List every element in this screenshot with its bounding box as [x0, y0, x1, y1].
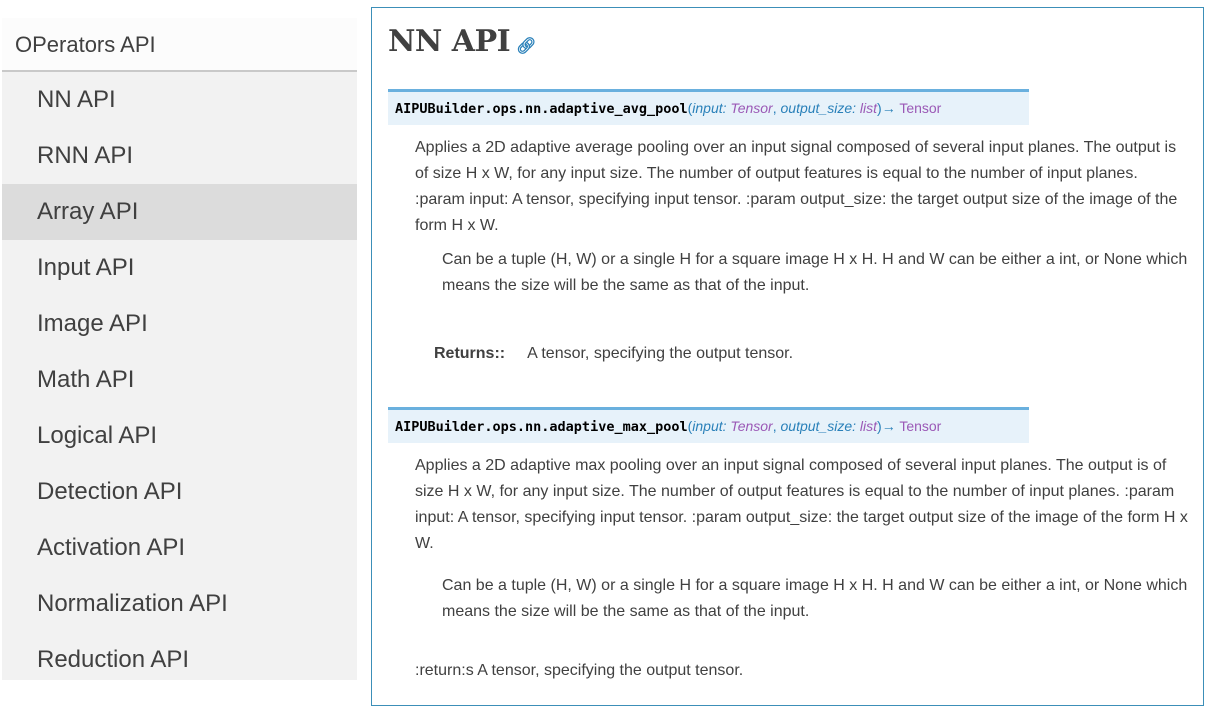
sidebar-item-nn-api[interactable]: NN API — [2, 72, 357, 128]
param-type: list — [859, 418, 878, 434]
sidebar-item-math-api[interactable]: Math API — [2, 352, 357, 408]
function-description: Applies a 2D adaptive average pooling ov… — [415, 139, 1178, 234]
param-separator: , — [772, 418, 781, 434]
returns-label: Returns:: — [434, 345, 506, 362]
function-description: Applies a 2D adaptive max pooling over a… — [415, 457, 1188, 552]
sidebar-item-detection-api[interactable]: Detection API — [2, 464, 357, 520]
sidebar-item-input-api[interactable]: Input API — [2, 240, 357, 296]
param-name: output_size: — [780, 100, 857, 116]
sidebar-item-image-api[interactable]: Image API — [2, 296, 357, 352]
param-detail: Can be a tuple (H, W) or a single H for … — [442, 251, 1188, 294]
returns-field: Returns:: A tensor, specifying the output… — [434, 341, 793, 367]
function-signature-adaptive-max-pool: AIPUBuilder.ops.nn.adaptive_max_pool(inp… — [388, 407, 1029, 443]
function-name[interactable]: AIPUBuilder.ops.nn.adaptive_avg_pool — [395, 101, 688, 117]
return-type: Tensor — [899, 418, 942, 434]
sidebar-item-activation-api[interactable]: Activation API — [2, 520, 357, 576]
param-name: output_size: — [780, 418, 857, 434]
return-arrow: → — [881, 418, 896, 434]
sidebar-item-normalization-api[interactable]: Normalization API — [2, 576, 357, 632]
sidebar-item-logical-api[interactable]: Logical API — [2, 408, 357, 464]
return-note: :return:s A tensor, specifying the outpu… — [415, 662, 744, 679]
function-name[interactable]: AIPUBuilder.ops.nn.adaptive_max_pool — [395, 419, 688, 435]
sidebar-item-reduction-api[interactable]: Reduction API — [2, 632, 357, 688]
page-title-text: NN API — [388, 24, 511, 59]
link-icon[interactable]: 🔗︎ — [516, 36, 536, 55]
returns-text: A tensor, specifying the output tensor. — [527, 345, 794, 362]
param-type: Tensor — [730, 100, 773, 116]
sidebar-item-array-api[interactable]: Array API — [2, 184, 357, 240]
param-type: Tensor — [730, 418, 773, 434]
main-content: NN API 🔗︎ AIPUBuilder.ops.nn.adaptive_avg… — [371, 7, 1204, 706]
param-type: list — [859, 100, 878, 116]
sidebar-section-header[interactable]: OPerators API — [2, 18, 357, 72]
param-name: input: — [692, 418, 727, 434]
param-separator: , — [772, 100, 781, 116]
sidebar: OPerators API NN API RNN API Array API I… — [2, 18, 357, 680]
return-arrow: → — [881, 100, 896, 116]
page-title: NN API 🔗︎ — [388, 24, 536, 59]
sidebar-item-rnn-api[interactable]: RNN API — [2, 128, 357, 184]
param-name: input: — [692, 100, 727, 116]
return-type: Tensor — [899, 100, 942, 116]
function-signature-adaptive-avg-pool: AIPUBuilder.ops.nn.adaptive_avg_pool(inp… — [388, 89, 1029, 125]
param-detail: Can be a tuple (H, W) or a single H for … — [442, 577, 1188, 620]
